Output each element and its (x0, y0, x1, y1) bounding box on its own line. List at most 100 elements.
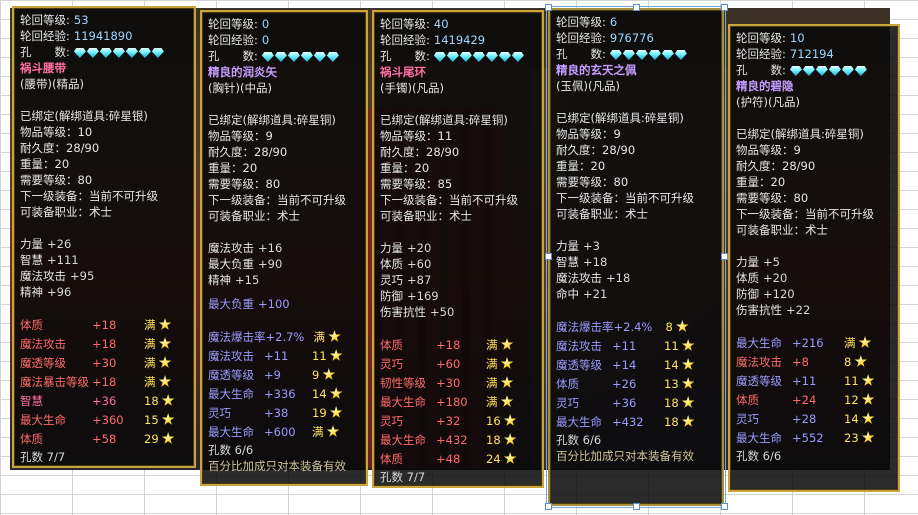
lunhui-exp-label: 轮回经验: (20, 29, 70, 43)
lunhui-exp-value: 712194 (789, 47, 834, 61)
resize-handle[interactable] (721, 4, 728, 11)
special-effect-value: +18 (92, 318, 117, 332)
item-info-text: 物品等级：9 (556, 127, 621, 141)
item-info-weight: 重量：20 (380, 160, 536, 176)
special-effect-level: 满 (313, 330, 326, 344)
item-info-next-equip: 下一级装备：当前不可升级 (20, 188, 188, 204)
special-effect-level: 满 (312, 425, 324, 439)
item-type-row: (胸针)(中品) (208, 80, 360, 96)
diamond-icon (648, 50, 661, 60)
special-effect-row: 体质 +58 29 (20, 430, 188, 449)
base-stat-label: 力量 (20, 237, 43, 251)
special-effect-value: +552 (792, 431, 824, 445)
special-effect-label: 魔透等级 (556, 358, 602, 372)
special-effect-row: 体质 +18 满 (380, 336, 536, 355)
lunhui-level-value: 53 (73, 13, 89, 27)
percent-bonus-note: 百分比加成只对本装备有效 (556, 449, 694, 463)
diamond-icon (125, 48, 138, 58)
item-info-text: 已绑定(解绑道具:碎星铜) (380, 113, 508, 127)
item-info-durability: 耐久度：28/90 (20, 140, 188, 156)
base-stat-value: +120 (763, 287, 795, 301)
base-stat-value: +21 (583, 287, 608, 301)
resize-handle[interactable] (545, 253, 552, 260)
item-type-row: (护符)(凡品) (736, 94, 892, 110)
resize-handle[interactable] (633, 503, 640, 510)
base-stat-label: 体质 (380, 257, 403, 271)
diamond-icon (99, 48, 112, 58)
lunhui-level-value: 40 (433, 17, 449, 31)
special-effect-label: 最大生命 (556, 415, 602, 429)
star-icon (328, 330, 341, 342)
lunhui-exp-label: 轮回经验: (556, 31, 606, 45)
base-stat-value: +95 (70, 269, 95, 283)
special-effect-level: 14 (312, 387, 327, 401)
diamond-icon (609, 50, 622, 60)
special-effect-label: 体质 (736, 393, 759, 407)
item-info-job: 可装备职业：术士 (556, 206, 716, 222)
diamond-icon (841, 66, 854, 76)
star-icon (681, 339, 695, 351)
star-icon (854, 355, 868, 367)
base-stat-row: 力量 +5 (736, 254, 892, 270)
special-effect-label: 灵巧 (208, 406, 231, 420)
star-icon (329, 349, 343, 361)
item-info-durability: 耐久度：28/90 (380, 144, 536, 160)
special-effect-row: 体质 +24 12 (736, 391, 892, 410)
diamond-icon (828, 66, 841, 76)
special-effect-level: 满 (144, 337, 156, 351)
holes-count: 孔数 7/7 (20, 450, 66, 464)
resize-handle[interactable] (721, 503, 728, 510)
diamond-icon (815, 66, 828, 76)
special-effect-value: +30 (436, 376, 461, 390)
item-tooltip-jade-pendant[interactable]: 轮回等级: 6 轮回经验: 976776 孔 数: 精良的玄天之佩 (玉佩)(凡品) 已绑定(… (546, 6, 726, 508)
special-effect-row: 灵巧 +60 满 (380, 355, 536, 374)
item-info-text: 物品等级：9 (208, 129, 273, 143)
resize-handle[interactable] (721, 253, 728, 260)
resize-handle[interactable] (545, 503, 552, 510)
base-stat-value: +20 (407, 241, 432, 255)
star-icon (500, 357, 514, 369)
special-effect-value: +360 (92, 413, 124, 427)
item-info-text: 已绑定(解绑道具:碎星铜) (208, 113, 336, 127)
special-effect-value: +11 (612, 339, 637, 353)
item-info-weight: 重量：20 (736, 174, 892, 190)
holes-count: 孔数 6/6 (736, 449, 782, 463)
lunhui-exp-label: 轮回经验: (208, 33, 258, 47)
special-effect-label: 最大生命 (736, 431, 782, 445)
special-effect-label: 最大生命 (208, 387, 254, 401)
special-effect-row: 最大生命 +600 满 (208, 423, 360, 442)
special-effect-level: 满 (844, 336, 856, 350)
special-effect-value: +24 (792, 393, 817, 407)
special-effect-label: 灵巧 (380, 414, 403, 428)
item-info-bound: 已绑定(解绑道具:碎星铜) (556, 110, 716, 126)
special-effect-row: 魔法爆击率+2.7% 满 (208, 328, 360, 347)
item-info-text: 下一级装备：当前不可升级 (736, 207, 874, 221)
special-effect-level: 9 (312, 368, 320, 382)
item-info-next-equip: 下一级装备：当前不可升级 (380, 192, 536, 208)
special-effect-row: 魔法攻击 +18 满 (20, 335, 188, 354)
resize-handle[interactable] (545, 4, 552, 11)
special-effect-value: +28 (792, 412, 817, 426)
resize-handle[interactable] (633, 4, 640, 11)
lunhui-level-row: 轮回等级: 53 (20, 12, 188, 28)
star-icon (158, 318, 172, 330)
item-info-item-level: 物品等级：10 (20, 124, 188, 140)
special-effect-row: 灵巧 +28 14 (736, 410, 892, 429)
star-icon (158, 356, 172, 368)
item-info-text: 重量：20 (380, 161, 430, 175)
item-type: (玉佩)(凡品) (556, 79, 620, 93)
base-stat-value: +22 (786, 303, 811, 317)
star-icon (681, 415, 695, 427)
item-type: (护符)(凡品) (736, 95, 800, 109)
special-effect-value: +32 (436, 414, 461, 428)
star-icon (681, 396, 695, 408)
holes-row: 孔 数: (380, 48, 536, 64)
special-effect-level: 11 (844, 374, 859, 388)
item-info-text: 已绑定(解绑道具:碎星银) (20, 109, 148, 123)
base-stat-row: 魔法攻击 +95 (20, 268, 188, 284)
item-info-text: 重量：20 (556, 159, 606, 173)
base-stat-value: +18 (606, 271, 631, 285)
